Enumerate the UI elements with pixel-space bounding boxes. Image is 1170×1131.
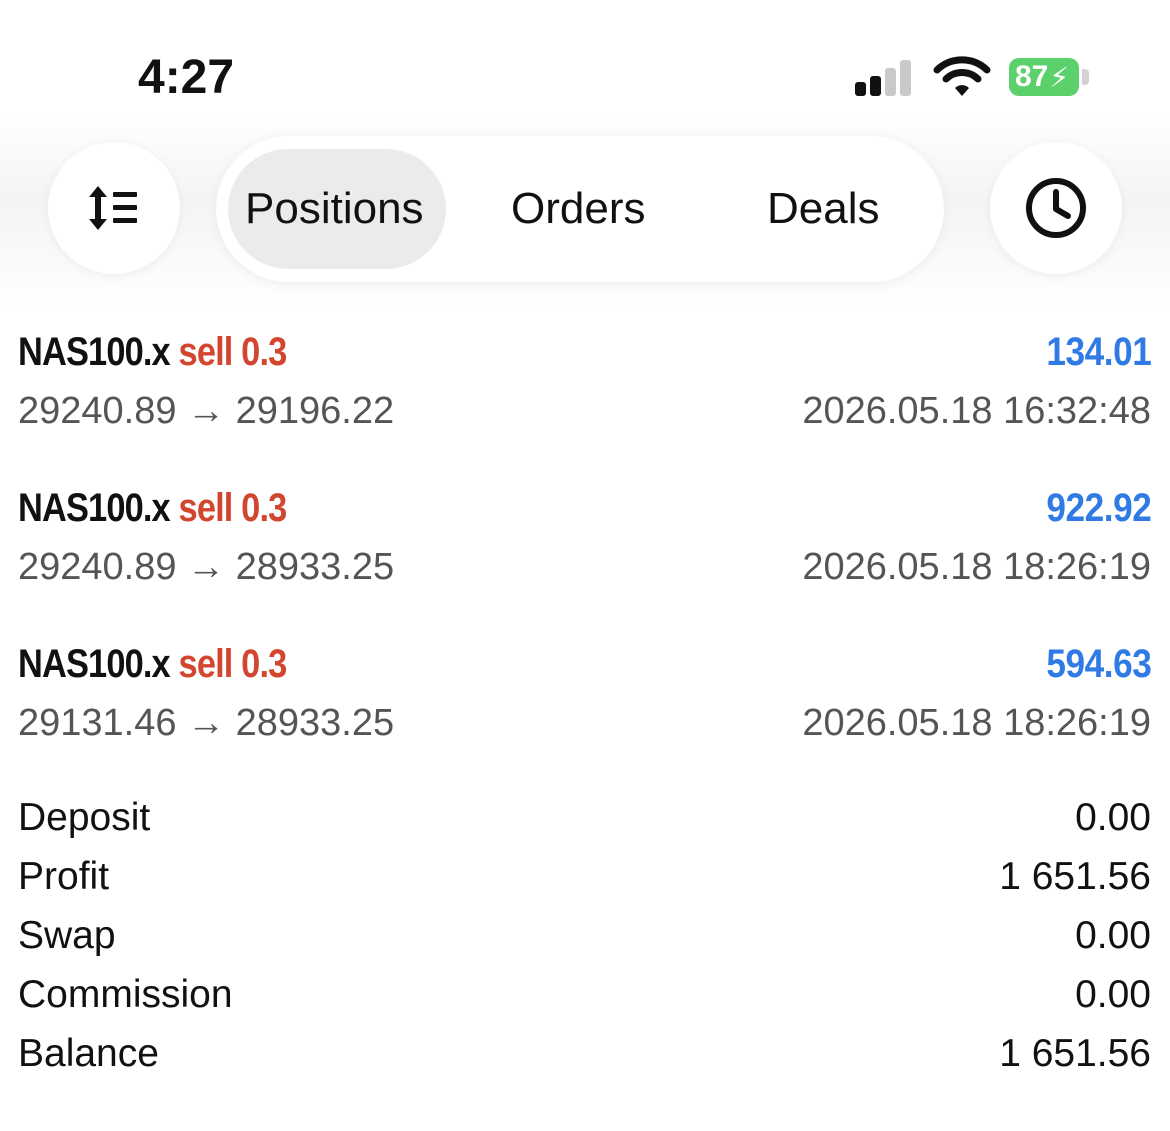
cellular-signal-icon [855,58,915,96]
summary-value: 0.00 [1075,914,1151,957]
trade-time: 2026.05.18 18:26:19 [802,702,1151,744]
trade-row[interactable]: NAS100.x sell 0.3 922.92 29240.89 → 2893… [18,486,1151,606]
summary-deposit: Deposit 0.00 [18,796,1151,846]
trade-profit: 922.92 [1045,486,1151,530]
trade-time: 2026.05.18 18:26:19 [802,546,1151,588]
summary-commission: Commission 0.00 [18,973,1151,1023]
summary-balance: Balance 1 651.56 [18,1032,1151,1082]
trade-profit: 134.01 [1045,330,1151,374]
trade-title: NAS100.x sell 0.3 [18,330,288,375]
tab-deals[interactable]: Deals [767,184,880,234]
clock-icon [1026,178,1086,238]
summary-value: 1 651.56 [999,855,1151,898]
trade-title: NAS100.x sell 0.3 [18,642,288,687]
trade-symbol: NAS100.x [18,642,171,686]
wifi-icon [933,56,991,96]
trade-symbol: NAS100.x [18,330,171,374]
summary-value: 0.00 [1075,796,1151,839]
tab-orders[interactable]: Orders [511,184,645,234]
trade-row[interactable]: NAS100.x sell 0.3 134.01 29240.89 → 2919… [18,330,1151,450]
trade-prices: 29240.89 → 28933.25 [18,546,395,588]
trade-symbol: NAS100.x [18,486,171,530]
trade-title: NAS100.x sell 0.3 [18,486,288,531]
sort-button[interactable] [48,142,180,274]
trade-row[interactable]: NAS100.x sell 0.3 594.63 29131.46 → 2893… [18,642,1151,762]
history-period-button[interactable] [990,142,1122,274]
sort-lines-icon [89,186,137,230]
trade-profit: 594.63 [1045,642,1151,686]
summary-label: Profit [18,855,110,898]
trade-prices: 29131.46 → 28933.25 [18,702,395,744]
status-time: 4:27 [138,51,235,104]
trade-prices: 29240.89 → 29196.22 [18,390,395,432]
battery-level: 87 [1015,60,1049,93]
trade-time: 2026.05.18 16:32:48 [802,390,1151,432]
summary-value: 0.00 [1075,973,1151,1016]
summary-label: Deposit [18,796,151,839]
tab-selector: Positions Orders Deals [216,136,944,282]
charging-bolt-icon: ⚡ [1049,61,1070,93]
summary-label: Balance [18,1032,159,1075]
summary-label: Commission [18,973,233,1016]
summary-value: 1 651.56 [999,1032,1151,1075]
summary-swap: Swap 0.00 [18,914,1151,964]
trade-side: sell 0.3 [178,642,288,686]
battery-cap [1082,69,1089,85]
battery-indicator: 87 ⚡ [1009,58,1079,96]
trade-history-screen: 4:27 87 ⚡ Positions Orders Deals NAS100.… [0,0,1170,1131]
summary-profit: Profit 1 651.56 [18,855,1151,905]
trade-side: sell 0.3 [178,330,288,374]
trade-side: sell 0.3 [178,486,288,530]
tab-positions[interactable]: Positions [245,184,424,234]
summary-label: Swap [18,914,116,957]
